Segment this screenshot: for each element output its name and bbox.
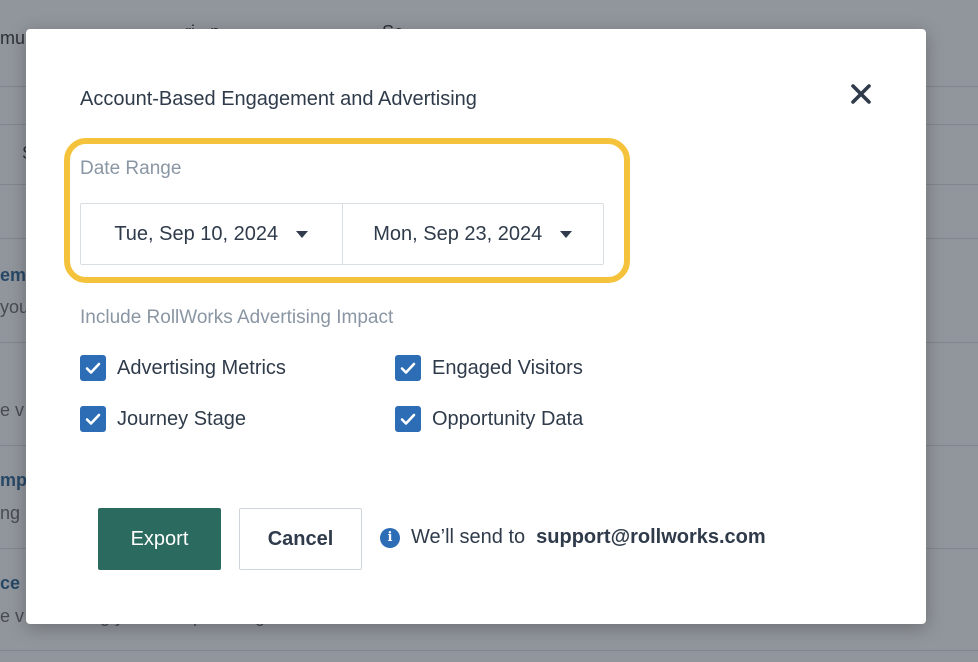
send-note-text: We’ll send to bbox=[411, 526, 526, 548]
checkbox-advertising-metrics[interactable]: Advertising Metrics bbox=[80, 355, 286, 381]
checkbox-checked-icon[interactable] bbox=[80, 355, 106, 381]
cancel-button[interactable]: Cancel bbox=[239, 508, 362, 570]
impact-section-label: Include RollWorks Advertising Impact bbox=[80, 307, 394, 328]
checkbox-opportunity-data[interactable]: Opportunity Data bbox=[395, 406, 583, 432]
checkbox-checked-icon[interactable] bbox=[395, 406, 421, 432]
checkbox-journey-stage[interactable]: Journey Stage bbox=[80, 406, 246, 432]
end-date-dropdown[interactable]: Mon, Sep 23, 2024 bbox=[341, 204, 604, 264]
date-range-picker: Tue, Sep 10, 2024 Mon, Sep 23, 2024 bbox=[80, 203, 604, 265]
close-button[interactable] bbox=[848, 81, 874, 107]
end-date-value: Mon, Sep 23, 2024 bbox=[373, 222, 543, 245]
checkbox-checked-icon[interactable] bbox=[395, 355, 421, 381]
checkbox-engaged-visitors[interactable]: Engaged Visitors bbox=[395, 355, 583, 381]
date-range-label: Date Range bbox=[80, 158, 182, 179]
info-icon: i bbox=[380, 527, 400, 548]
chevron-down-icon bbox=[296, 230, 309, 238]
start-date-dropdown[interactable]: Tue, Sep 10, 2024 bbox=[81, 204, 342, 264]
export-button[interactable]: Export bbox=[98, 508, 221, 570]
checkbox-label: Journey Stage bbox=[117, 407, 246, 430]
start-date-value: Tue, Sep 10, 2024 bbox=[114, 222, 279, 245]
recipient-email: support@rollworks.com bbox=[536, 526, 766, 548]
close-x-icon bbox=[851, 84, 871, 104]
modal-title: Account-Based Engagement and Advertising bbox=[80, 88, 477, 110]
checkbox-label: Opportunity Data bbox=[432, 407, 584, 430]
send-note: i We’ll send to support@rollworks.com bbox=[380, 526, 766, 549]
export-modal: Account-Based Engagement and Advertising… bbox=[26, 29, 926, 624]
chevron-down-icon bbox=[560, 230, 573, 238]
checkbox-checked-icon[interactable] bbox=[80, 406, 106, 432]
checkbox-label: Engaged Visitors bbox=[432, 356, 583, 379]
checkbox-label: Advertising Metrics bbox=[117, 356, 286, 379]
